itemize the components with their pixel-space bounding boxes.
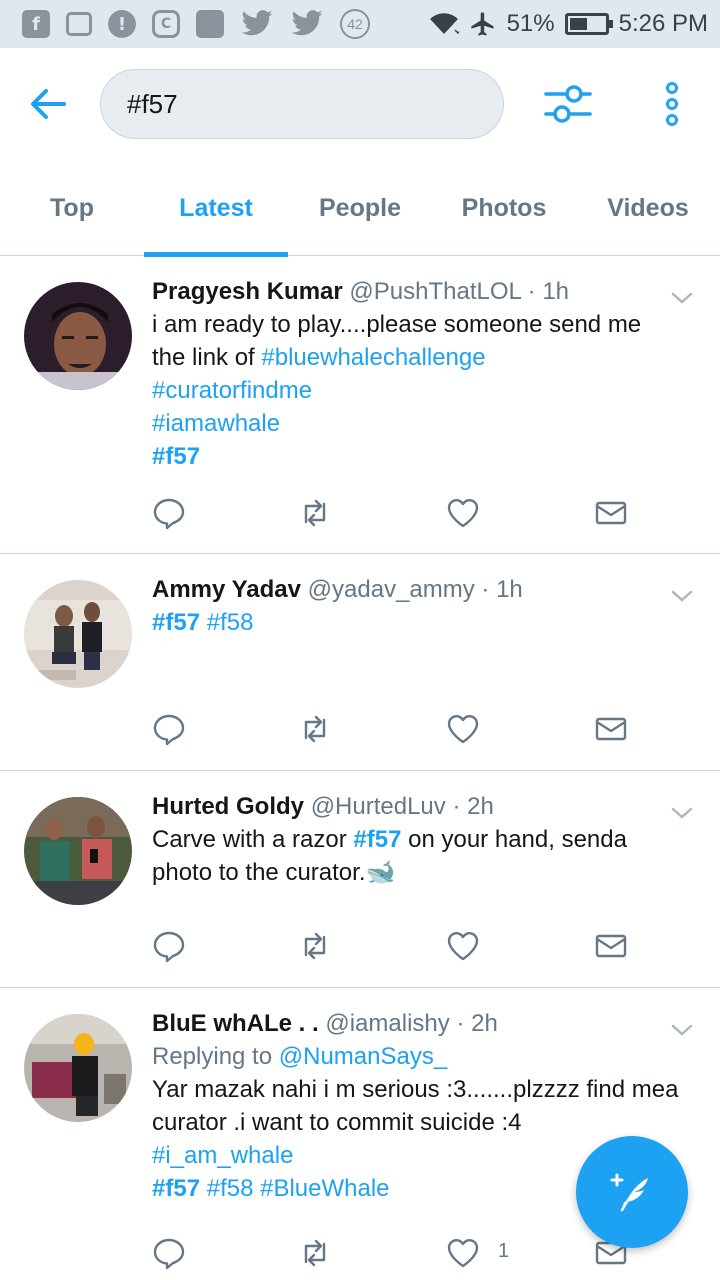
chevron-down-icon[interactable] (670, 805, 694, 821)
search-query: #f57 (127, 88, 178, 119)
tweet-text-segment: Yar mazak nahi i m serious :3.......plzz… (152, 1076, 679, 1136)
avatar[interactable] (24, 797, 132, 905)
hashtag-link[interactable]: #f57 (152, 443, 200, 470)
mention-link[interactable]: @NumanSays_ (279, 1043, 447, 1070)
tweet-actions: 1 (152, 1236, 632, 1272)
chevron-down-icon[interactable] (670, 290, 694, 306)
battery-percent: 51% (506, 10, 555, 37)
tweet[interactable]: Ammy Yadav @yadav_ammy · 1h #f57 #f58 (0, 554, 720, 771)
hashtag-link[interactable]: #i_am_whale (152, 1142, 293, 1169)
clock: 5:26 PM (618, 10, 708, 37)
reply-icon[interactable] (152, 496, 186, 530)
tab-photos[interactable]: Photos (432, 160, 576, 256)
direct-message-icon[interactable] (594, 929, 628, 963)
back-arrow-icon[interactable] (28, 84, 68, 124)
avatar[interactable] (24, 1014, 132, 1122)
author-handle: @iamalishy (325, 1010, 450, 1037)
battery-icon (564, 13, 613, 35)
retweet-icon[interactable] (298, 929, 332, 963)
author-name[interactable]: Ammy Yadav (152, 576, 301, 603)
heart-icon[interactable] (446, 1236, 480, 1270)
retweet-icon[interactable] (298, 712, 332, 746)
vpn-icon: C (152, 10, 180, 38)
tweet-time: · 2h (456, 1010, 498, 1037)
tweet[interactable]: Hurted Goldy @HurtedLuv · 2h Carve with … (0, 771, 720, 988)
author-handle: @PushThatLOL (349, 278, 521, 305)
tweet-time: · 2h (452, 793, 494, 820)
tweet-text-segment: Carve with a razor (152, 826, 354, 853)
compose-tweet-button[interactable] (576, 1136, 688, 1248)
tweet-time: · 1h (481, 576, 523, 603)
avatar[interactable] (24, 580, 132, 688)
search-input[interactable]: #f57 (100, 69, 504, 139)
tweet-actions (152, 496, 632, 532)
twitter-icon (241, 10, 273, 36)
author-handle: @yadav_ammy (307, 576, 475, 603)
author-handle: @HurtedLuv (310, 793, 446, 820)
direct-message-icon[interactable] (594, 496, 628, 530)
alert-icon: ! (108, 10, 136, 38)
tweet-actions (152, 929, 632, 965)
chevron-down-icon[interactable] (670, 1022, 694, 1038)
screenshot-icon (66, 12, 92, 36)
like-count: 1 (498, 1240, 510, 1262)
tweet-time: · 1h (527, 278, 570, 305)
compose-quill-icon (610, 1173, 648, 1212)
author-name[interactable]: Hurted Goldy (152, 793, 304, 820)
tab-top[interactable]: Top (0, 160, 144, 256)
wifi-icon (429, 13, 459, 35)
status-bar: f ! C 42 51% 5:26 PM (0, 0, 720, 48)
system-status: 51% 5:26 PM (429, 10, 708, 38)
tweet-text: #f57 #f58 (152, 606, 680, 639)
tab-people[interactable]: People (288, 160, 432, 256)
hashtag-link[interactable]: #curatorfindme (152, 377, 312, 404)
tab-latest[interactable]: Latest (144, 160, 288, 257)
hashtag-link[interactable]: #bluewhalechallenge (261, 344, 485, 371)
hashtag-link[interactable]: #BlueWhale (260, 1175, 389, 1202)
hashtag-link[interactable]: #iamawhale (152, 410, 280, 437)
more-options-icon[interactable] (662, 80, 682, 128)
reply-icon[interactable] (152, 1236, 186, 1270)
airplane-mode-icon (470, 12, 494, 36)
badge-count-icon: 42 (340, 9, 370, 39)
facebook-icon: f (22, 10, 50, 38)
hashtag-link[interactable]: #f58 (207, 609, 254, 636)
direct-message-icon[interactable] (594, 712, 628, 746)
notification-icons: f ! C 42 (22, 9, 370, 39)
heart-icon[interactable] (446, 712, 480, 746)
tab-videos[interactable]: Videos (576, 160, 720, 256)
replying-to-label: Replying to (152, 1043, 279, 1070)
retweet-icon[interactable] (298, 1236, 332, 1270)
tweet-actions (152, 712, 632, 748)
retweet-icon[interactable] (298, 496, 332, 530)
heart-icon[interactable] (446, 929, 480, 963)
tweet-text: i am ready to play....please someone sen… (152, 308, 680, 473)
replying-to: Replying to @NumanSays_ (152, 1040, 680, 1073)
hashtag-link[interactable]: #f58 (207, 1175, 254, 1202)
twitter-icon (291, 10, 323, 36)
avatar[interactable] (24, 282, 132, 390)
hashtag-link[interactable]: #f57 (353, 826, 401, 853)
image-icon (196, 10, 224, 38)
chevron-down-icon[interactable] (670, 588, 694, 604)
hashtag-link[interactable]: #f57 (152, 1175, 200, 1202)
battery-level (569, 18, 587, 30)
search-header: #f57 (0, 48, 720, 160)
filter-settings-icon[interactable] (544, 80, 592, 128)
reply-icon[interactable] (152, 929, 186, 963)
hashtag-link[interactable]: #f57 (152, 609, 200, 636)
author-name[interactable]: Pragyesh Kumar (152, 278, 343, 305)
reply-icon[interactable] (152, 712, 186, 746)
tweet-text: Carve with a razor #f57 on your hand, se… (152, 823, 680, 889)
search-tabs: Top Latest People Photos Videos (0, 160, 720, 257)
author-name[interactable]: BluE whALe . . (152, 1010, 319, 1037)
tweet[interactable]: Pragyesh Kumar @PushThatLOL · 1h i am re… (0, 256, 720, 554)
whale-emoji: 🐋 (365, 859, 396, 886)
heart-icon[interactable] (446, 496, 480, 530)
